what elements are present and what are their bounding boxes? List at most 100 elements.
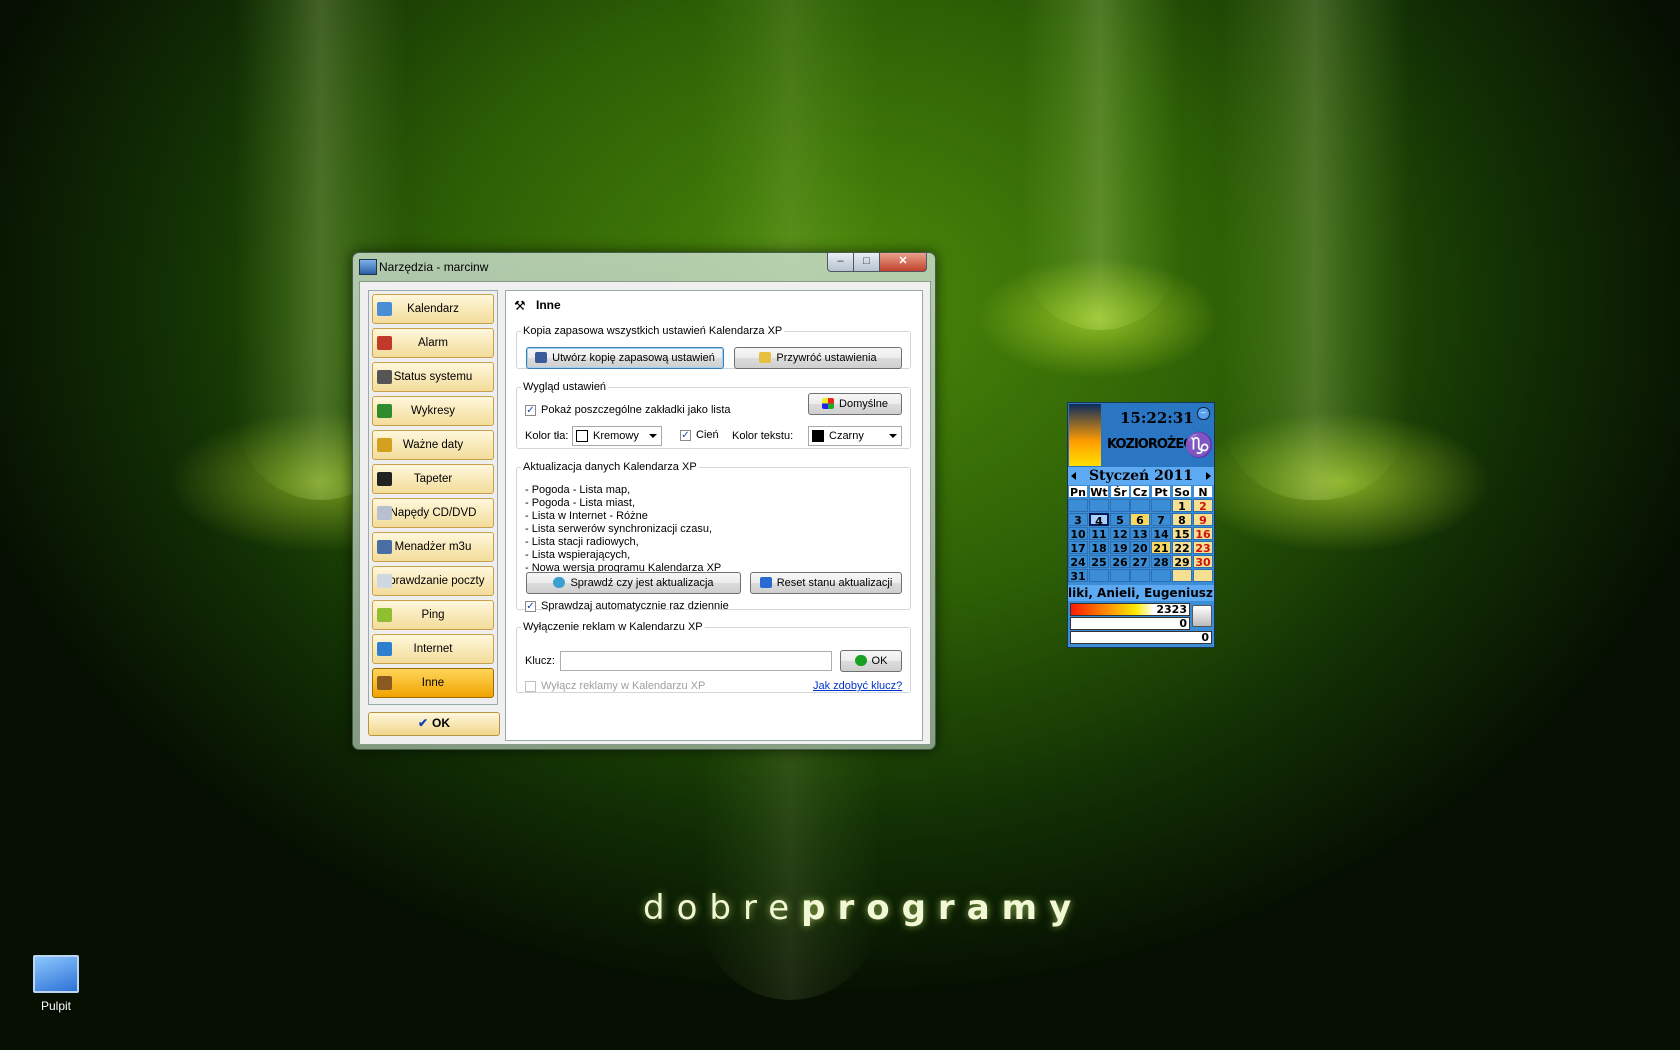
color-palette-icon [822, 398, 835, 409]
check-update-button[interactable]: Sprawdź czy jest aktualizacja [526, 572, 741, 594]
sidebar-item-kalendarz[interactable]: Kalendarz [372, 294, 494, 324]
calendar-widget: 15:22:31 – KOZIOROŻEC ♑ Styczeń 2011 Pn W… [1067, 402, 1215, 648]
title-bar[interactable]: Narzędzia - marcinw – □ ✕ [353, 253, 935, 281]
close-button[interactable]: ✕ [879, 253, 927, 272]
weekday-header: N [1193, 485, 1213, 499]
calendar-day [1151, 499, 1171, 512]
calendar-day[interactable]: 30 [1193, 555, 1213, 569]
calendar-day[interactable]: 19 [1110, 541, 1130, 555]
bar-chart-icon [377, 404, 392, 418]
stat-bar-2: 0 [1070, 617, 1190, 630]
sidebar-item-ważne-daty[interactable]: Ważne daty [372, 430, 494, 460]
next-month-button[interactable] [1206, 472, 1211, 480]
calendar-day[interactable]: 26 [1110, 555, 1130, 569]
text-color-select[interactable]: Czarny [808, 426, 902, 446]
calendar-day[interactable]: 25 [1089, 555, 1109, 569]
pencil-icon [377, 608, 392, 622]
calendar-day[interactable]: 16 [1193, 527, 1213, 541]
green-check-icon [854, 655, 867, 666]
sidebar-item-internet[interactable]: Internet [372, 634, 494, 664]
sidebar-item-label: Ważne daty [402, 439, 464, 451]
calendar-day[interactable]: 18 [1089, 541, 1109, 555]
how-to-get-key-link[interactable]: Jak zdobyć klucz? [813, 680, 902, 692]
sidebar-item-tapeter[interactable]: Tapeter [372, 464, 494, 494]
calendar-icon [377, 302, 392, 316]
update-legend: Aktualizacja danych Kalendarza XP [523, 461, 697, 473]
calendar-day[interactable]: 23 [1193, 541, 1213, 555]
create-backup-button[interactable]: Utwórz kopię zapasową ustawień [526, 347, 724, 369]
text-color-swatch [812, 430, 824, 442]
calendar-day[interactable]: 15 [1172, 527, 1192, 541]
sidebar-item-ping[interactable]: Ping [372, 600, 494, 630]
calendar-day[interactable]: 22 [1172, 541, 1192, 555]
show-tabs-checkbox[interactable]: ✓ [525, 405, 536, 416]
ads-legend: Wyłączenie reklam w Kalendarzu XP [523, 621, 703, 633]
ok-button[interactable]: ✔ OK [368, 712, 500, 736]
calendar-day[interactable]: 28 [1151, 555, 1171, 569]
stat-bar-3: 0 [1070, 631, 1212, 644]
wallpaper-pillar [1020, 0, 1180, 330]
text-color-label: Kolor tekstu: [732, 430, 794, 442]
month-bar: Styczeń 2011 [1068, 467, 1214, 485]
magnifier-globe-icon [553, 577, 566, 588]
calendar-day[interactable]: 1 [1172, 499, 1192, 513]
folder-open-icon [759, 352, 772, 363]
bg-color-label: Kolor tła: [525, 430, 569, 442]
calendar-day[interactable]: 27 [1130, 555, 1150, 569]
sidebar-item-napędy-cd-dvd[interactable]: Napędy CD/DVD [372, 498, 494, 528]
calendar-day[interactable]: 8 [1172, 513, 1192, 527]
calendar-day[interactable]: 21 [1151, 541, 1171, 555]
sidebar-item-status-systemu[interactable]: Status systemu [372, 362, 494, 392]
desktop-icon-pulpit[interactable]: Pulpit [26, 955, 86, 1013]
disable-ads-checkbox[interactable] [525, 681, 536, 692]
calendar-day[interactable]: 29 [1172, 555, 1192, 569]
hard-drive-icon[interactable] [1192, 605, 1212, 627]
auto-check-checkbox[interactable]: ✓ [525, 601, 536, 612]
calendar-day[interactable]: 24 [1068, 555, 1088, 569]
calendar-day[interactable]: 2 [1193, 499, 1213, 513]
calendar-day [1110, 569, 1130, 582]
shadow-checkbox[interactable]: ✓ [680, 430, 691, 441]
calendar-day[interactable]: 13 [1130, 527, 1150, 541]
bg-color-swatch [576, 430, 588, 442]
clock-time: 15:22:31 [1120, 409, 1194, 427]
content-panel: ⚒ Inne Kopia zapasowa wszystkich ustawie… [505, 290, 923, 741]
reset-update-button[interactable]: Reset stanu aktualizacji [750, 572, 902, 594]
calendar-day[interactable]: 17 [1068, 541, 1088, 555]
update-list-item: - Lista wspierających, [525, 549, 631, 561]
backup-legend: Kopia zapasowa wszystkich ustawień Kalen… [523, 325, 783, 337]
name-days: liki, Anieli, Eugeniusz [1068, 585, 1214, 601]
calendar-day[interactable]: 6 [1130, 513, 1150, 527]
sidebar-item-menadżer-m3u[interactable]: Menadżer m3u [372, 532, 494, 562]
weekday-header: Wt [1089, 485, 1109, 499]
monitor-icon [377, 472, 392, 486]
sidebar-item-sprawdzanie-poczty[interactable]: Sprawdzanie poczty [372, 566, 494, 596]
calendar-day[interactable]: 20 [1130, 541, 1150, 555]
calendar-day[interactable]: 7 [1151, 513, 1171, 527]
calendar-day[interactable]: 3 [1068, 513, 1088, 527]
minimize-button[interactable]: – [827, 253, 854, 272]
sidebar-item-alarm[interactable]: Alarm [372, 328, 494, 358]
calendar-day[interactable]: 12 [1110, 527, 1130, 541]
calendar-day[interactable]: 31 [1068, 569, 1088, 583]
sidebar-item-inne[interactable]: Inne [372, 668, 494, 698]
calendar-header: 15:22:31 – KOZIOROŻEC ♑ [1068, 403, 1214, 467]
restore-settings-button[interactable]: Przywróć ustawienia [734, 347, 902, 369]
calendar-day[interactable]: 10 [1068, 527, 1088, 541]
widget-minimize-button[interactable]: – [1197, 407, 1210, 420]
sidebar-item-wykresy[interactable]: Wykresy [372, 396, 494, 426]
calendar-day[interactable]: 4 [1089, 513, 1109, 528]
calendar-day[interactable]: 5 [1110, 513, 1130, 527]
calendar-day[interactable]: 9 [1193, 513, 1213, 527]
maximize-button[interactable]: □ [853, 253, 880, 272]
app-icon [359, 259, 377, 275]
defaults-button[interactable]: Domyślne [808, 393, 902, 415]
key-input[interactable] [560, 651, 832, 671]
sidebar-item-label: Napędy CD/DVD [389, 507, 477, 519]
key-ok-button[interactable]: OK [840, 650, 902, 672]
calendar-day[interactable]: 14 [1151, 527, 1171, 541]
calendar-day[interactable]: 11 [1089, 527, 1109, 541]
weekday-header: So [1172, 485, 1192, 499]
sidebar-item-label: Menadżer m3u [394, 541, 472, 553]
bg-color-select[interactable]: Kremowy [572, 426, 662, 446]
